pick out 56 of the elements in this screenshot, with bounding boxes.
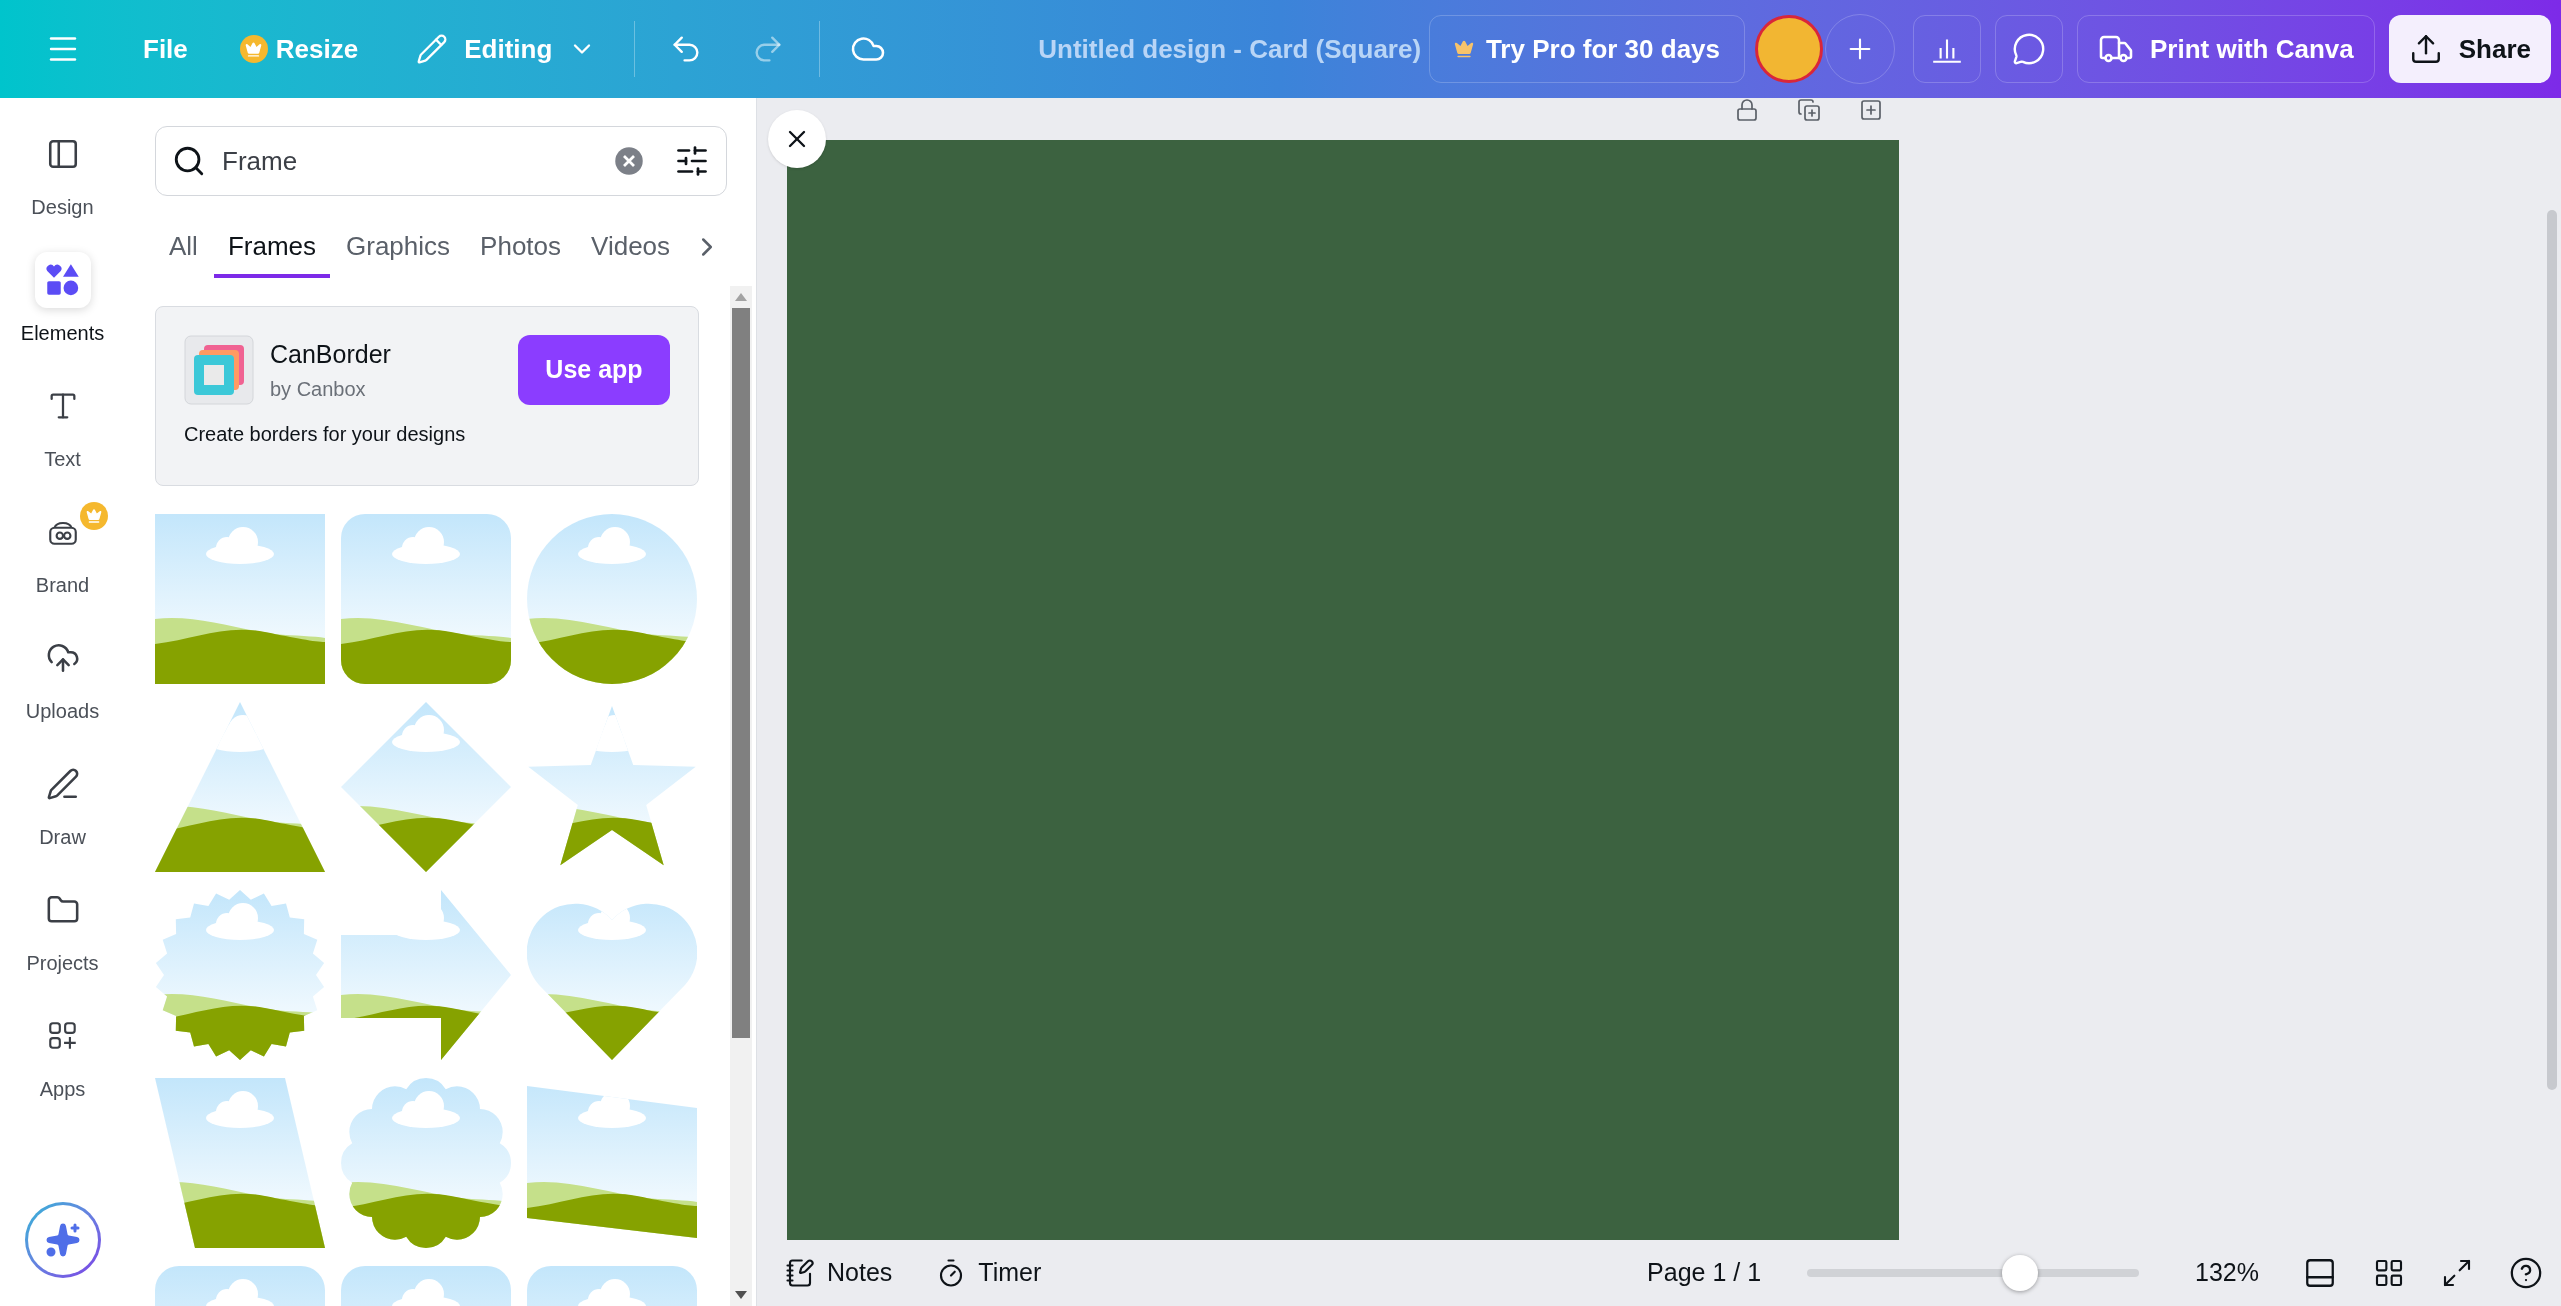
search-input[interactable]: Frame xyxy=(222,141,598,181)
scroll-up-arrow-icon[interactable] xyxy=(735,293,747,301)
timer-button[interactable]: Timer xyxy=(936,1254,1042,1292)
help-icon[interactable] xyxy=(2509,1256,2543,1290)
cloud-upload-icon xyxy=(45,641,80,675)
lock-icon[interactable] xyxy=(1735,98,1759,122)
category-tab[interactable]: Photos xyxy=(466,218,576,278)
page-indicator[interactable]: Page 1 / 1 xyxy=(1647,1254,1762,1292)
share-button[interactable]: Share xyxy=(2388,15,2551,83)
grid-view-icon[interactable] xyxy=(2373,1257,2405,1289)
app-author: by Canbox xyxy=(270,376,367,402)
duplicate-icon[interactable] xyxy=(1797,98,1821,122)
add-page-icon[interactable] xyxy=(1859,98,1883,122)
frame-thumbnail[interactable] xyxy=(155,514,325,684)
close-button[interactable] xyxy=(768,110,826,168)
comment-icon xyxy=(2012,32,2047,66)
frame-thumbnail[interactable] xyxy=(341,514,511,684)
sidebar-item[interactable]: Uploads xyxy=(7,630,118,756)
sidebar-item[interactable]: Draw xyxy=(7,756,118,882)
category-tab[interactable]: All xyxy=(155,218,212,278)
clear-icon[interactable] xyxy=(614,146,644,176)
category-tab[interactable]: Videos xyxy=(577,218,685,278)
search-field[interactable]: Frame xyxy=(155,126,727,196)
fullscreen-icon[interactable] xyxy=(2441,1257,2473,1289)
canvas-scrollbar[interactable] xyxy=(2547,210,2557,1090)
page-view-icon[interactable] xyxy=(2303,1256,2337,1290)
search-icon xyxy=(172,144,206,178)
sidebar-item[interactable]: Brand xyxy=(7,504,118,630)
notes-icon xyxy=(785,1258,815,1288)
notes-button[interactable]: Notes xyxy=(785,1254,893,1292)
app-name: CanBorder xyxy=(270,339,391,371)
shapes-icon xyxy=(44,262,81,298)
zoom-percentage[interactable]: 132% xyxy=(2195,1254,2259,1292)
use-app-button[interactable]: Use app xyxy=(518,335,670,405)
category-tab[interactable]: Frames xyxy=(213,218,331,278)
scroll-down-arrow-icon[interactable] xyxy=(735,1291,747,1299)
sidebar-item[interactable]: Projects xyxy=(7,882,118,1008)
sidebar-item[interactable]: Elements xyxy=(7,252,118,378)
app-description: Create borders for your designs xyxy=(184,422,467,447)
sidebar-item[interactable]: Apps xyxy=(7,1008,118,1134)
scrollbar[interactable] xyxy=(730,286,752,1306)
sparkles-icon xyxy=(44,1222,81,1258)
sidebar-item[interactable]: Text xyxy=(7,378,118,504)
pen-icon xyxy=(45,767,80,801)
crown-icon xyxy=(239,35,268,63)
crown-icon xyxy=(1453,39,1474,59)
category-tab[interactable]: Graphics xyxy=(332,218,465,278)
comments-button[interactable] xyxy=(1995,15,2064,83)
sidebar-item[interactable]: Design xyxy=(7,126,118,252)
zoom-slider-thumb[interactable] xyxy=(2001,1255,2038,1291)
try-pro-button[interactable]: Try Pro for 30 days xyxy=(1428,15,1746,83)
print-button[interactable]: Print with Canva xyxy=(2077,15,2375,83)
filter-icon[interactable] xyxy=(674,143,710,179)
pencil-icon xyxy=(416,33,449,65)
insights-button[interactable] xyxy=(1913,15,1982,83)
app-logo-icon xyxy=(184,335,254,405)
